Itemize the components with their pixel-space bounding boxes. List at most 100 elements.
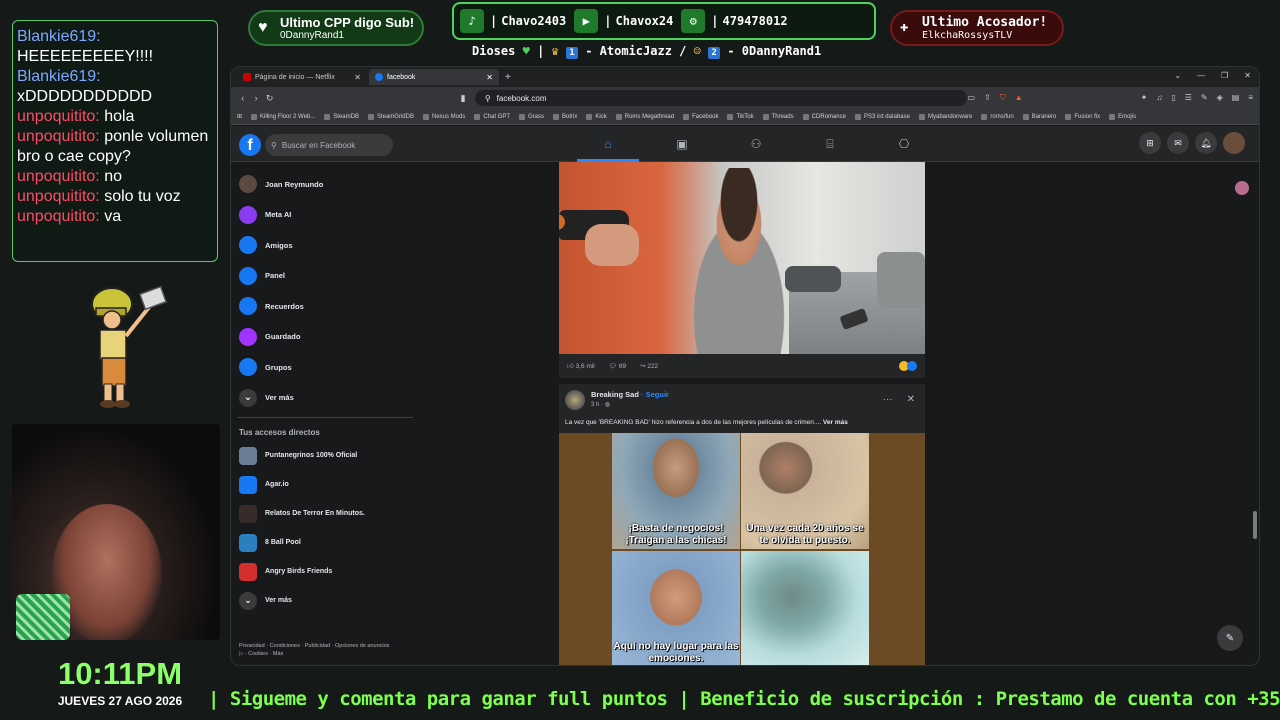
bookmark-icon[interactable]: ▮	[457, 93, 468, 104]
tab-netflix-label: Página de inicio — Netflix	[255, 73, 335, 81]
bookmark-item[interactable]: SteamGridDB	[367, 113, 414, 120]
vpn-icon[interactable]: ◈	[1217, 93, 1223, 103]
more-options-icon[interactable]: ···	[883, 394, 893, 405]
menu-grid-icon[interactable]: ⊞	[1139, 132, 1161, 154]
chat-text: no	[104, 168, 122, 185]
sidebar-item[interactable]: ⌄ Ver más	[237, 383, 417, 414]
close-window-button[interactable]: ✕	[1244, 71, 1251, 80]
sidebar-item[interactable]: Grupos	[237, 352, 417, 383]
bookmark-item[interactable]: Roms Megathread	[615, 113, 674, 120]
new-message-button[interactable]: ✎	[1217, 625, 1243, 651]
bookmark-item[interactable]: Nexus Mods	[422, 113, 465, 120]
site-info-icon[interactable]: ⚲	[485, 94, 491, 103]
rewards-icon[interactable]: ▲	[1015, 93, 1023, 103]
post-meme-image[interactable]: ¡Basta de negocios! ¡Traigan a las chica…	[559, 433, 925, 665]
comment-count[interactable]: 💬︎ 69	[609, 362, 626, 370]
close-icon[interactable]: ✕	[354, 73, 361, 82]
edit-icon[interactable]: ✎	[1201, 93, 1208, 103]
chat-text: HEEEEEEEEEY!!!!	[17, 48, 154, 65]
youtube-icon: ▶	[574, 9, 599, 33]
sidebar-item[interactable]: Recuerdos	[237, 291, 417, 322]
close-icon[interactable]: ✕	[907, 394, 915, 405]
nav-friends[interactable]: ⚇	[719, 126, 793, 162]
facebook-search-input[interactable]: ⚲ Buscar en Facebook	[265, 134, 393, 156]
footer-links[interactable]: Privacidad · Condiciones · Publicidad · …	[239, 642, 389, 650]
nav-home[interactable]: ⌂	[571, 126, 645, 162]
screen-icon[interactable]: ▭	[967, 93, 975, 103]
post-video-image[interactable]	[559, 162, 925, 354]
reading-list-icon[interactable]: ☰	[1185, 93, 1192, 103]
reload-button[interactable]: ↻	[264, 93, 275, 104]
music-icon[interactable]: ♫	[1156, 93, 1162, 103]
bookmark-item[interactable]: PS3 ird database	[854, 113, 910, 120]
bookmark-item[interactable]: Chat GPT	[474, 113, 510, 120]
profile-avatar[interactable]	[1223, 132, 1245, 154]
back-button[interactable]: ‹	[237, 93, 248, 103]
bookmark-item[interactable]: Myabandonware	[918, 113, 973, 120]
wallet-icon[interactable]: ▤	[1232, 93, 1240, 103]
nav-marketplace[interactable]: ⌸	[793, 126, 867, 162]
shortcut-item[interactable]: Angry Birds Friends	[237, 557, 417, 586]
forward-button[interactable]: ›	[250, 93, 261, 103]
bookmark-item[interactable]: TikTok	[727, 113, 754, 120]
footer-links-2[interactable]: ▷ · Cookies · Más	[239, 650, 389, 658]
bookmark-item[interactable]: CDRomance	[802, 113, 846, 120]
nav-video[interactable]: ▣	[645, 126, 719, 162]
shortcut-item[interactable]: Relatos De Terror En Minutos.	[237, 499, 417, 528]
new-tab-button[interactable]: +	[505, 72, 511, 83]
menu-icon[interactable]: ≡	[1248, 93, 1253, 103]
sidebar-item[interactable]: Meta AI	[237, 200, 417, 231]
maximize-button[interactable]: ❐	[1221, 71, 1228, 80]
apps-grid-icon[interactable]: ⊞	[237, 113, 242, 120]
page-avatar[interactable]	[565, 390, 585, 410]
notifications-icon[interactable]: 🔔︎	[1195, 132, 1217, 154]
shortcut-item[interactable]: ⌄ Ver más	[237, 586, 417, 615]
sponsored-avatar-icon[interactable]	[1235, 181, 1249, 195]
sidebar-item[interactable]: Guardado	[237, 322, 417, 353]
nav-gaming[interactable]: ⎔	[867, 126, 941, 162]
brave-shield-icon[interactable]: ⛉	[1000, 93, 1006, 103]
bookmark-favicon-icon	[1109, 113, 1116, 120]
bookmark-item[interactable]: Grass	[519, 113, 544, 120]
news-feed: 👍︎ 3,6 mil 💬︎ 69 ↪ 222 Breaking Sad · Se…	[559, 162, 925, 665]
bookmark-item[interactable]: Fusion fix	[1065, 113, 1100, 120]
post-author[interactable]: Breaking Sad · Seguir	[591, 390, 669, 399]
bookmark-item[interactable]: Kick	[586, 113, 607, 120]
bookmark-item[interactable]: SteamDB	[324, 113, 359, 120]
bookmark-item[interactable]: Threads	[762, 113, 794, 120]
share-count[interactable]: ↪ 222	[640, 362, 658, 370]
shortcut-item[interactable]: 8 Ball Pool	[237, 528, 417, 557]
chat-username: Blankie619:	[17, 68, 101, 85]
follow-link[interactable]: · Seguir	[641, 390, 669, 399]
minimize-button[interactable]: —	[1197, 71, 1205, 80]
sidebar-item[interactable]: Amigos	[237, 230, 417, 261]
extensions-icon[interactable]: ✦	[1141, 93, 1148, 103]
bookmark-item[interactable]: Emojis	[1109, 113, 1136, 120]
messenger-icon[interactable]: ✉	[1167, 132, 1189, 154]
facebook-logo-icon[interactable]: f	[239, 134, 261, 156]
tab-netflix[interactable]: Página de inicio — Netflix ✕	[237, 69, 367, 85]
shortcut-item[interactable]: Agar.io	[237, 470, 417, 499]
tab-facebook-label: facebook	[387, 73, 416, 81]
last-sub-name: 0DannyRand1	[280, 30, 344, 41]
shortcut-item[interactable]: Puntanegrinos 100% Oficial	[237, 441, 417, 470]
share-icon[interactable]: ⇪	[984, 93, 991, 103]
url-input[interactable]: ⚲ facebook.com	[474, 90, 968, 106]
reaction-icons[interactable]	[899, 361, 917, 371]
bookmark-item[interactable]: Baranero	[1022, 113, 1056, 120]
sidebar-item[interactable]: Joan Reymundo	[237, 169, 417, 200]
bookmark-item[interactable]: Botrix	[553, 113, 577, 120]
see-more-link[interactable]: Ver más	[823, 419, 848, 426]
scrollbar[interactable]	[1253, 511, 1257, 539]
tab-facebook[interactable]: facebook ✕	[369, 69, 499, 85]
like-count[interactable]: 👍︎ 3,6 mil	[567, 362, 595, 370]
close-icon[interactable]: ✕	[486, 73, 493, 82]
bookmark-item[interactable]: roms/fun	[981, 113, 1014, 120]
sidebar-icon[interactable]: ▯	[1171, 93, 1175, 103]
chevron-down-icon[interactable]: ⌄	[1174, 71, 1181, 80]
bookmark-item[interactable]: Killing Floor 2 Web...	[251, 113, 315, 120]
bookmark-label: Myabandonware	[927, 113, 973, 120]
chat-text: va	[104, 208, 122, 225]
sidebar-item[interactable]: Panel	[237, 261, 417, 292]
bookmark-item[interactable]: Facebook	[683, 113, 718, 120]
